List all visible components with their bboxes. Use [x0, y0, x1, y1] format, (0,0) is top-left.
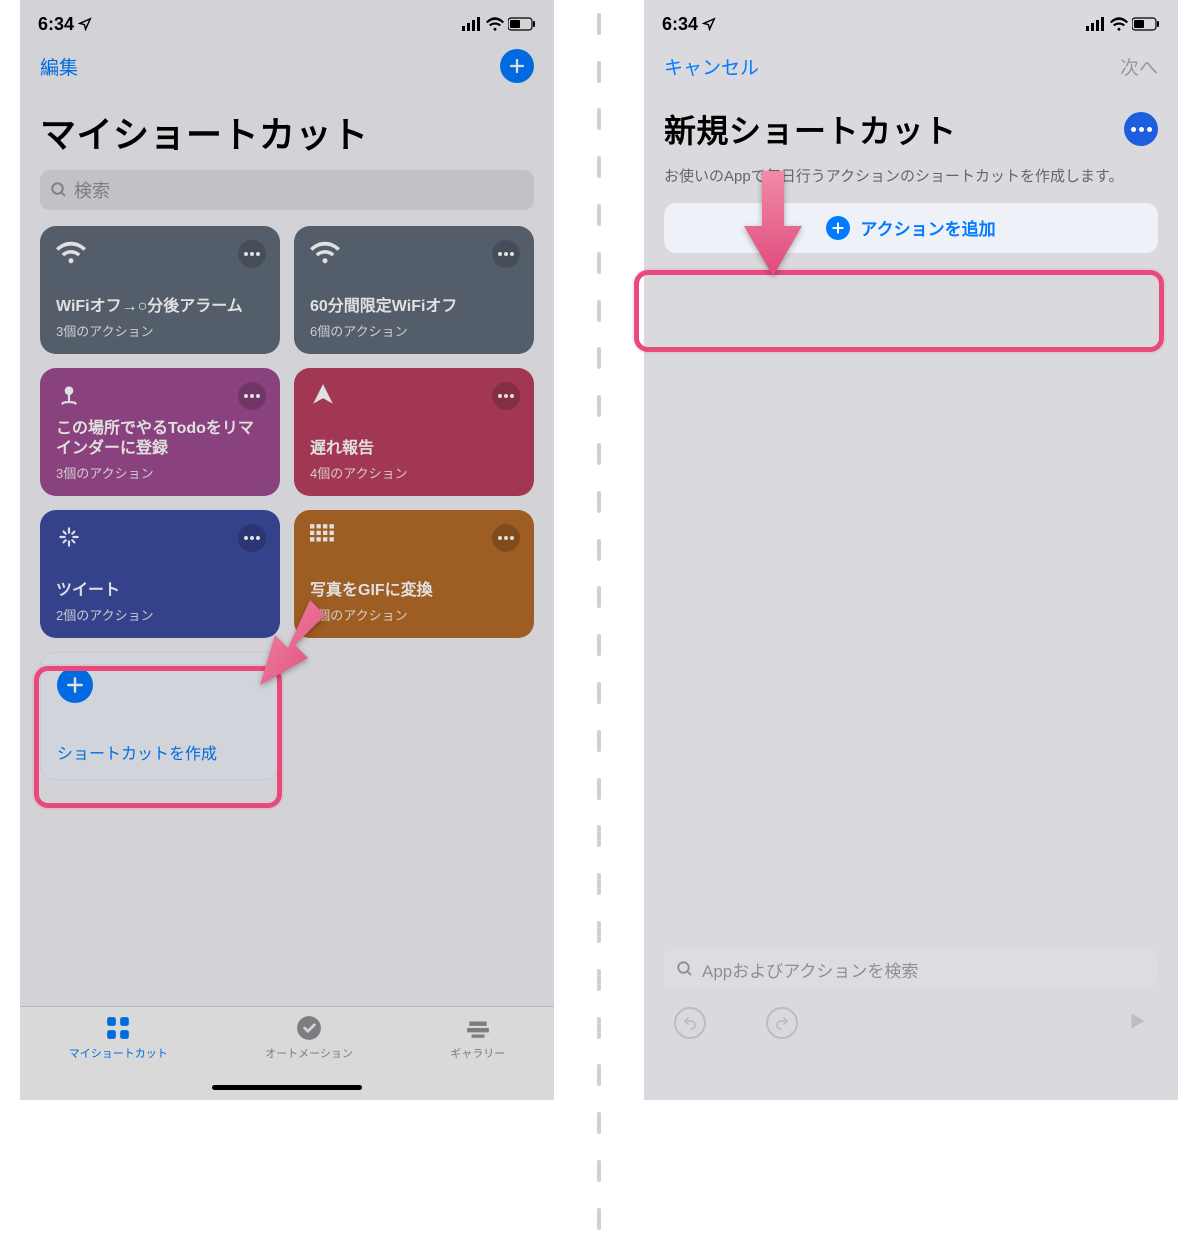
- tile-title: この場所でやるTodoをリマインダーに登録: [56, 419, 266, 459]
- cellular-icon: [462, 17, 482, 31]
- tab-label: マイショートカット: [69, 1045, 168, 1061]
- wifi-icon: [1110, 17, 1128, 31]
- gallery-icon: [465, 1015, 491, 1041]
- next-button[interactable]: 次へ: [1120, 53, 1158, 80]
- tile-title: 遅れ報告: [310, 439, 520, 459]
- action-search-input[interactable]: Appおよびアクションを検索: [664, 948, 1158, 990]
- create-shortcut-tile[interactable]: ショートカットを作成: [40, 652, 280, 780]
- battery-icon: [508, 17, 536, 31]
- search-placeholder: 検索: [74, 177, 110, 203]
- tile-title: ツイート: [56, 581, 266, 601]
- shortcut-tile[interactable]: ツイート 2個のアクション: [40, 510, 280, 638]
- run-button[interactable]: [1126, 1010, 1148, 1037]
- tile-title: WiFiオフ→○分後アラーム: [56, 297, 266, 317]
- wifi-icon: [310, 240, 340, 264]
- plus-icon: [826, 216, 850, 240]
- shortcut-tile[interactable]: 60分間限定WiFiオフ 6個のアクション: [294, 226, 534, 354]
- nav-bar: キャンセル 次へ: [644, 44, 1178, 88]
- redo-button[interactable]: [766, 1007, 798, 1039]
- edit-button[interactable]: 編集: [40, 53, 78, 80]
- new-shortcut-screen: 6:34 キャンセル 次へ 新規ショートカット お使いのAppで毎日行うアクショ…: [644, 0, 1178, 1100]
- tile-more-button[interactable]: [238, 240, 266, 268]
- pin-icon: [56, 382, 82, 408]
- status-time: 6:34: [38, 14, 74, 35]
- page-title: マイショートカット: [20, 88, 554, 170]
- tile-title: 写真をGIFに変換: [310, 581, 520, 601]
- shortcut-grid: WiFiオフ→○分後アラーム 3個のアクション 60分間限定WiFiオフ 6個の…: [20, 210, 554, 780]
- screenshot-divider: [574, 0, 624, 1243]
- redo-icon: [774, 1015, 790, 1031]
- battery-icon: [1132, 17, 1160, 31]
- more-options-button[interactable]: [1124, 112, 1158, 146]
- shortcut-tile[interactable]: 写真をGIFに変換 4個のアクション: [294, 510, 534, 638]
- search-icon: [676, 960, 694, 978]
- tile-subtitle: 6個のアクション: [310, 321, 520, 340]
- search-placeholder: Appおよびアクションを検索: [702, 957, 918, 982]
- my-shortcuts-screen: 6:34 編集 マイショートカット 検索 WiFiオフ→○分後アラーム 3個のア…: [20, 0, 554, 1100]
- tile-subtitle: 4個のアクション: [310, 605, 520, 624]
- status-time: 6:34: [662, 14, 698, 35]
- add-shortcut-button[interactable]: [500, 49, 534, 83]
- plus-icon: [57, 667, 93, 703]
- automation-icon: [296, 1015, 322, 1041]
- tile-subtitle: 3個のアクション: [56, 321, 266, 340]
- home-indicator[interactable]: [212, 1085, 362, 1090]
- undo-icon: [682, 1015, 698, 1031]
- tab-gallery[interactable]: ギャラリー: [450, 1015, 505, 1100]
- tile-subtitle: 4個のアクション: [310, 463, 520, 482]
- tab-label: ギャラリー: [450, 1045, 505, 1061]
- cellular-icon: [1086, 17, 1106, 31]
- wifi-icon: [486, 17, 504, 31]
- tab-label: オートメーション: [265, 1045, 353, 1061]
- tile-subtitle: 2個のアクション: [56, 605, 266, 624]
- create-label: ショートカットを作成: [57, 745, 265, 765]
- tile-title: 60分間限定WiFiオフ: [310, 297, 520, 317]
- shortcut-tile[interactable]: この場所でやるTodoをリマインダーに登録 3個のアクション: [40, 368, 280, 496]
- status-bar: 6:34: [644, 0, 1178, 44]
- shortcut-tile[interactable]: 遅れ報告 4個のアクション: [294, 368, 534, 496]
- bottom-toolbar: [644, 1000, 1178, 1046]
- tab-bar: マイショートカット オートメーション ギャラリー: [20, 1006, 554, 1100]
- send-icon: [310, 382, 336, 408]
- wifi-icon: [56, 240, 86, 264]
- tab-my-shortcuts[interactable]: マイショートカット: [69, 1015, 168, 1100]
- add-action-button[interactable]: アクションを追加: [664, 203, 1158, 253]
- add-action-label: アクションを追加: [860, 215, 995, 240]
- sparkle-icon: [56, 524, 82, 550]
- description-text: お使いのAppで毎日行うアクションのショートカットを作成します。: [644, 166, 1178, 189]
- grid-icon: [310, 524, 336, 546]
- shortcuts-icon: [105, 1015, 131, 1041]
- tile-more-button[interactable]: [492, 524, 520, 552]
- tile-more-button[interactable]: [238, 382, 266, 410]
- status-bar: 6:34: [20, 0, 554, 44]
- play-icon: [1126, 1010, 1148, 1032]
- tile-more-button[interactable]: [492, 240, 520, 268]
- search-input[interactable]: 検索: [40, 170, 534, 210]
- location-icon: [78, 17, 92, 31]
- tile-more-button[interactable]: [238, 524, 266, 552]
- search-icon: [50, 181, 68, 199]
- undo-button[interactable]: [674, 1007, 706, 1039]
- shortcut-tile[interactable]: WiFiオフ→○分後アラーム 3個のアクション: [40, 226, 280, 354]
- tile-subtitle: 3個のアクション: [56, 463, 266, 482]
- page-title: 新規ショートカット: [664, 106, 957, 152]
- tile-more-button[interactable]: [492, 382, 520, 410]
- location-icon: [702, 17, 716, 31]
- cancel-button[interactable]: キャンセル: [664, 53, 759, 80]
- nav-bar: 編集: [20, 44, 554, 88]
